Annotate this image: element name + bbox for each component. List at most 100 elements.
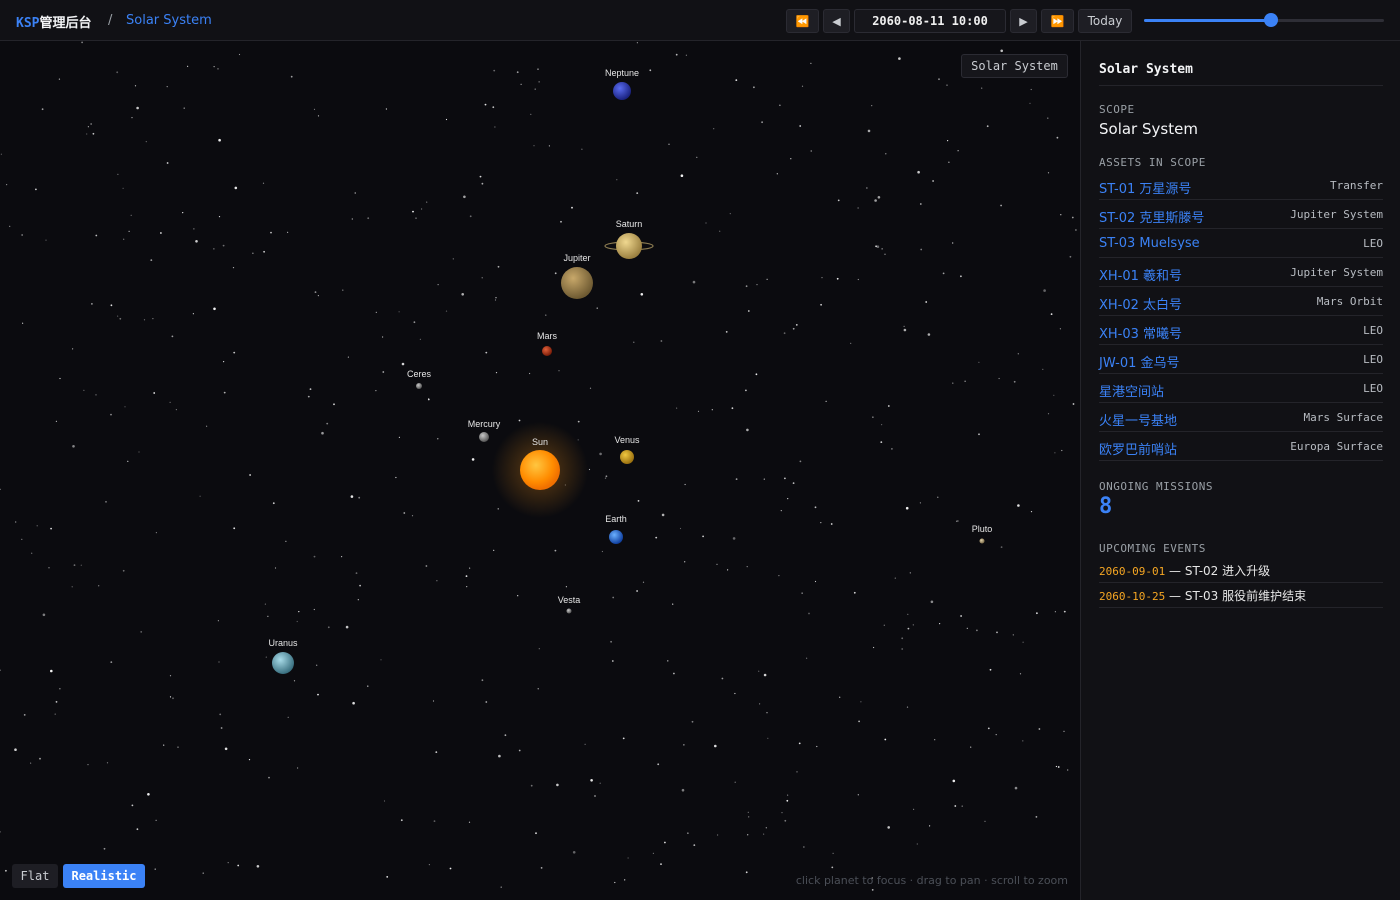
- star: [978, 433, 980, 436]
- venus-planet[interactable]: [620, 450, 634, 464]
- rewind-fast-button[interactable]: ⏪: [786, 9, 819, 33]
- mars-planet[interactable]: [542, 346, 552, 356]
- asset-row[interactable]: 火星一号基地 Mars Surface: [1099, 403, 1383, 432]
- saturn-planet[interactable]: [616, 233, 642, 259]
- star: [400, 819, 403, 822]
- star: [80, 564, 82, 566]
- star: [876, 245, 880, 248]
- star: [493, 69, 496, 72]
- asset-name[interactable]: JW-01 金乌号: [1099, 352, 1180, 371]
- step-forward-button[interactable]: ▶: [1010, 9, 1037, 33]
- star: [779, 104, 781, 106]
- asset-row[interactable]: JW-01 金乌号 LEO: [1099, 345, 1383, 374]
- star: [1017, 504, 1020, 507]
- star: [954, 805, 957, 807]
- asset-name[interactable]: ST-01 万星源号: [1099, 178, 1191, 197]
- star: [881, 248, 883, 250]
- mode-realistic-button[interactable]: Realistic: [63, 864, 145, 888]
- star: [55, 701, 58, 703]
- star: [767, 737, 769, 739]
- asset-name[interactable]: ST-02 克里斯滕号: [1099, 207, 1204, 226]
- mode-flat-button[interactable]: Flat: [12, 864, 58, 888]
- star: [667, 660, 669, 662]
- star: [810, 150, 812, 152]
- asset-name[interactable]: XH-03 常曦号: [1099, 323, 1182, 342]
- star: [1030, 511, 1033, 513]
- star: [182, 212, 184, 214]
- sun-planet[interactable]: [520, 450, 560, 490]
- mercury-planet[interactable]: [479, 432, 489, 442]
- star: [463, 195, 466, 199]
- star: [884, 253, 886, 255]
- star: [155, 532, 157, 534]
- star: [355, 572, 358, 574]
- time-slider-thumb[interactable]: [1264, 13, 1279, 27]
- star: [907, 613, 909, 616]
- asset-name[interactable]: XH-01 羲和号: [1099, 265, 1182, 284]
- star: [612, 596, 615, 599]
- ceres-planet[interactable]: [416, 383, 422, 389]
- star: [437, 284, 439, 286]
- star: [594, 795, 596, 797]
- event-date: 2060-09-01: [1099, 565, 1166, 578]
- today-button[interactable]: Today: [1078, 9, 1132, 33]
- star: [213, 66, 215, 68]
- star: [6, 184, 8, 186]
- star: [213, 307, 216, 311]
- brand-logo[interactable]: KSP管理后台: [16, 12, 92, 31]
- asset-list: ST-01 万星源号 Transfer ST-02 克里斯滕号 Jupiter Sy…: [1099, 171, 1383, 461]
- star: [385, 108, 387, 110]
- star: [285, 540, 287, 542]
- forward-fast-button[interactable]: ⏩: [1041, 9, 1074, 33]
- asset-name[interactable]: 火星一号基地: [1099, 410, 1177, 429]
- star: [596, 307, 598, 309]
- neptune-planet[interactable]: [613, 82, 631, 100]
- star: [145, 141, 147, 143]
- star: [611, 660, 614, 662]
- star: [761, 121, 763, 124]
- jupiter-planet[interactable]: [561, 267, 593, 299]
- star: [485, 701, 488, 703]
- asset-name[interactable]: 星港空间站: [1099, 381, 1164, 400]
- star: [419, 338, 421, 340]
- asset-row[interactable]: ST-03 Muelsyse LEO: [1099, 229, 1383, 258]
- star: [347, 356, 349, 358]
- asset-name[interactable]: 欧罗巴前哨站: [1099, 439, 1177, 458]
- star: [517, 595, 519, 597]
- asset-name[interactable]: ST-03 Muelsyse: [1099, 236, 1200, 251]
- star: [380, 659, 382, 661]
- vesta-planet[interactable]: [566, 608, 572, 614]
- asset-row[interactable]: 星港空间站 LEO: [1099, 374, 1383, 403]
- asset-row[interactable]: ST-01 万星源号 Transfer: [1099, 171, 1383, 200]
- datetime-display[interactable]: 2060-08-11 10:00: [854, 9, 1006, 33]
- asset-row[interactable]: 欧罗巴前哨站 Europa Surface: [1099, 432, 1383, 461]
- star: [920, 248, 923, 251]
- star: [153, 392, 156, 394]
- solar-system-canvas[interactable]: Sun Mercury Venus Earth Mars Ceres Vesta…: [0, 41, 1080, 900]
- step-back-button[interactable]: ◀: [823, 9, 850, 33]
- star: [138, 451, 140, 453]
- star: [901, 637, 904, 640]
- assets-label: ASSETS IN SCOPE: [1099, 156, 1206, 169]
- asset-name[interactable]: XH-02 太白号: [1099, 294, 1182, 313]
- asset-row[interactable]: XH-01 羲和号 Jupiter System: [1099, 258, 1383, 287]
- breadcrumb-current[interactable]: Solar System: [126, 13, 212, 28]
- solar-system-viewport[interactable]: Sun Mercury Venus Earth Mars Ceres Vesta…: [0, 41, 1080, 900]
- star: [763, 478, 765, 480]
- star: [533, 145, 535, 147]
- star: [832, 852, 834, 855]
- star: [714, 744, 717, 748]
- asset-row[interactable]: XH-03 常曦号 LEO: [1099, 316, 1383, 345]
- time-slider[interactable]: [1144, 13, 1384, 27]
- star: [1012, 634, 1014, 636]
- star: [415, 217, 417, 219]
- pluto-planet[interactable]: [979, 538, 985, 544]
- star: [640, 293, 644, 296]
- star: [952, 382, 954, 384]
- asset-row[interactable]: ST-02 克里斯滕号 Jupiter System: [1099, 200, 1383, 229]
- uranus-planet[interactable]: [272, 652, 294, 674]
- earth-planet[interactable]: [609, 530, 623, 544]
- star: [655, 536, 658, 539]
- asset-row[interactable]: XH-02 太白号 Mars Orbit: [1099, 287, 1383, 316]
- star: [1036, 612, 1038, 615]
